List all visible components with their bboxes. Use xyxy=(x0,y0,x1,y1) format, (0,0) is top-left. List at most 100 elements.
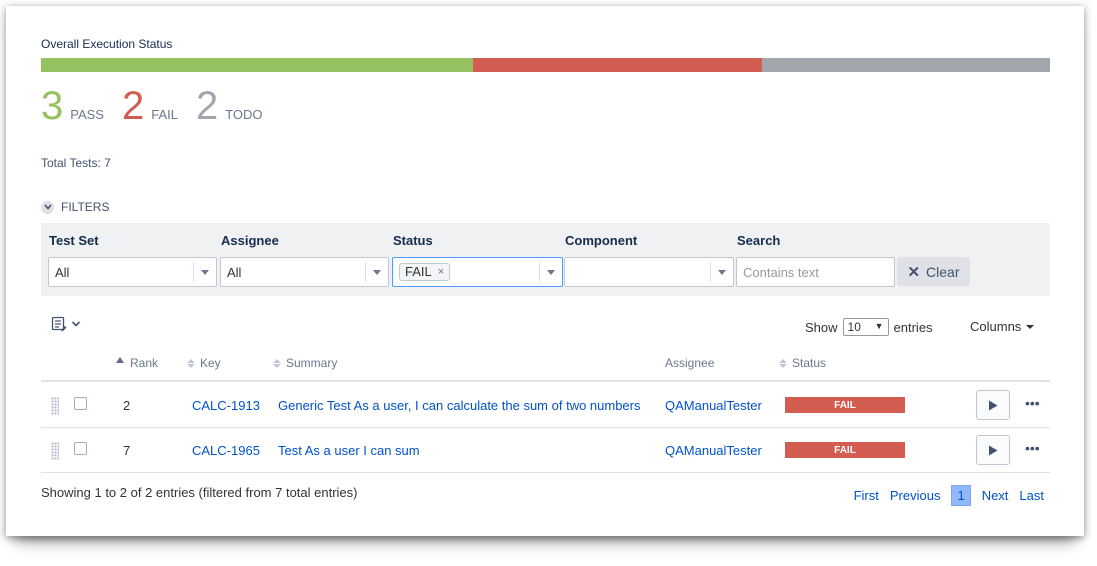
sort-icon xyxy=(273,358,281,368)
column-header-label: Assignee xyxy=(665,356,715,370)
filter-label-search: Search xyxy=(737,233,781,248)
table-row: 2 CALC-1913 Generic Test As a user, I ca… xyxy=(41,383,1050,427)
chevron-down-icon xyxy=(71,321,81,327)
dropdown-arrow-icon xyxy=(718,270,726,275)
dropdown-arrow-icon: ▼ xyxy=(874,321,884,331)
current-page-button[interactable]: 1 xyxy=(951,485,971,506)
previous-page-link[interactable]: Previous xyxy=(890,488,941,503)
select-value: All xyxy=(227,265,242,280)
show-label: Show xyxy=(805,319,838,335)
filters-toggle[interactable]: FILTERS xyxy=(41,200,109,214)
sort-icon xyxy=(187,358,195,368)
next-page-link[interactable]: Next xyxy=(982,488,1009,503)
header-divider xyxy=(41,380,1050,382)
column-header-label: Summary xyxy=(286,356,338,370)
chip-label: FAIL xyxy=(405,264,432,279)
clear-filters-button[interactable]: ✕ Clear xyxy=(897,257,970,286)
stat-count: 3 xyxy=(41,84,64,128)
search-input[interactable] xyxy=(736,257,895,287)
total-tests: Total Tests: 7 xyxy=(41,156,111,170)
close-icon: ✕ xyxy=(907,263,921,281)
run-test-button[interactable] xyxy=(976,390,1010,420)
pagination: First Previous 1 Next Last xyxy=(843,485,1044,506)
row-checkbox[interactable] xyxy=(74,397,87,410)
divider xyxy=(539,262,540,282)
first-page-link[interactable]: First xyxy=(854,488,879,503)
divider xyxy=(365,262,366,282)
stat-count: 2 xyxy=(195,84,219,128)
page-size-control: Show 10 ▼ entries xyxy=(805,318,933,336)
divider xyxy=(193,262,194,282)
progress-segment-pass xyxy=(41,58,474,72)
stat-count: 2 xyxy=(121,84,145,128)
column-header-rank[interactable]: Rank xyxy=(116,356,158,370)
stat-label: FAIL xyxy=(151,107,178,122)
filters-label: FILTERS xyxy=(61,200,110,214)
progress-segment-fail xyxy=(473,58,762,72)
page-size-value: 10 xyxy=(847,320,861,334)
run-test-button[interactable] xyxy=(976,435,1010,465)
progress-segment-todo xyxy=(761,58,1050,72)
test-set-select[interactable]: All xyxy=(48,257,217,287)
columns-button[interactable]: Columns xyxy=(970,319,1035,334)
table-row: 7 CALC-1965 Test As a user I can sum QAM… xyxy=(41,428,1050,472)
more-actions-icon[interactable]: ••• xyxy=(1025,440,1040,456)
page-size-select[interactable]: 10 ▼ xyxy=(842,318,889,336)
filter-label-component: Component xyxy=(565,233,638,248)
table-info: Showing 1 to 2 of 2 entries (filtered fr… xyxy=(41,485,358,500)
execution-status-panel: Overall Execution Status 3 PASS 2 FAIL 2… xyxy=(6,6,1084,536)
assignee-link[interactable]: QAManualTester xyxy=(665,443,762,458)
stat-pass[interactable]: 3 PASS xyxy=(41,84,104,128)
sort-icon xyxy=(779,358,787,368)
stat-label: TODO xyxy=(225,107,263,122)
column-header-summary[interactable]: Summary xyxy=(273,356,337,370)
drag-handle-icon[interactable] xyxy=(51,397,59,415)
dropdown-arrow-icon xyxy=(373,270,381,275)
entries-label: entries xyxy=(893,319,933,335)
assignee-link[interactable]: QAManualTester xyxy=(665,398,762,413)
list-edit-icon xyxy=(51,316,67,332)
summary-link[interactable]: Generic Test As a user, I can calculate … xyxy=(278,398,641,413)
rank-cell: 7 xyxy=(123,443,131,458)
more-actions-icon[interactable]: ••• xyxy=(1025,395,1040,411)
row-divider xyxy=(41,472,1050,473)
row-checkbox[interactable] xyxy=(74,442,87,455)
component-select[interactable] xyxy=(564,257,734,287)
caret-down-icon xyxy=(1026,324,1035,329)
divider xyxy=(710,262,711,282)
filter-label-test-set: Test Set xyxy=(49,233,99,248)
key-link[interactable]: CALC-1913 xyxy=(192,398,260,413)
column-header-key[interactable]: Key xyxy=(187,356,221,370)
status-select[interactable]: FAIL × xyxy=(392,257,563,287)
drag-handle-icon[interactable] xyxy=(51,442,59,460)
status-badge: FAIL xyxy=(785,397,905,413)
stat-fail[interactable]: 2 FAIL xyxy=(122,84,178,128)
column-header-label: Rank xyxy=(130,356,159,370)
column-visibility-toggle[interactable] xyxy=(51,316,81,332)
columns-label: Columns xyxy=(970,319,1022,334)
play-icon xyxy=(989,400,998,410)
status-summary: 3 PASS 2 FAIL 2 TODO xyxy=(41,84,281,128)
key-link[interactable]: CALC-1965 xyxy=(192,443,260,458)
status-chip: FAIL × xyxy=(399,263,451,281)
clear-label: Clear xyxy=(926,263,960,280)
select-value: All xyxy=(55,265,70,280)
filters-panel: Test Set All Assignee All Status FAIL × … xyxy=(41,223,1050,296)
sort-ascending-icon xyxy=(116,357,124,363)
dropdown-arrow-icon xyxy=(201,270,209,275)
execution-progress-bar xyxy=(41,58,1050,72)
status-badge: FAIL xyxy=(785,442,905,458)
remove-chip-icon[interactable]: × xyxy=(438,264,444,280)
last-page-link[interactable]: Last xyxy=(1019,488,1044,503)
column-header-label: Status xyxy=(792,356,827,370)
filter-label-status: Status xyxy=(393,233,433,248)
column-header-status[interactable]: Status xyxy=(779,356,826,370)
dropdown-arrow-icon xyxy=(547,270,555,275)
summary-link[interactable]: Test As a user I can sum xyxy=(278,443,420,458)
panel-title: Overall Execution Status xyxy=(41,37,173,51)
column-header-assignee[interactable]: Assignee xyxy=(665,356,714,370)
rank-cell: 2 xyxy=(123,398,131,413)
filter-label-assignee: Assignee xyxy=(221,233,279,248)
assignee-select[interactable]: All xyxy=(220,257,389,287)
stat-todo[interactable]: 2 TODO xyxy=(196,84,263,128)
